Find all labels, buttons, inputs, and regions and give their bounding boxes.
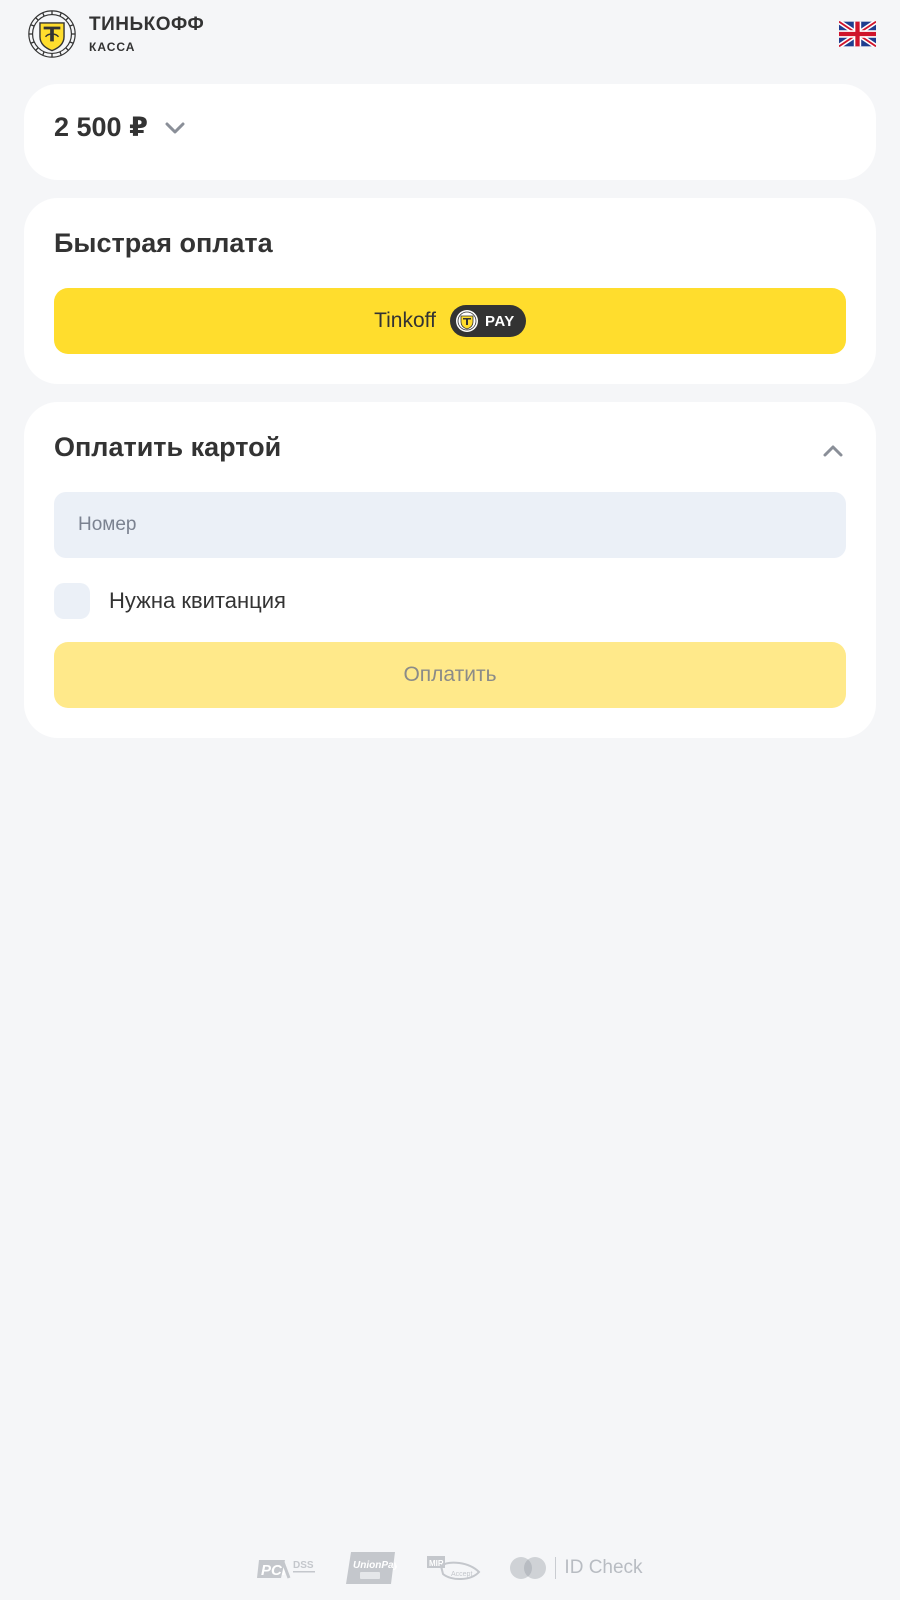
footer-security-logos: PCI DSS UnionPay MIR Accept ID Check [0, 1548, 900, 1588]
svg-text:Accept: Accept [451, 1571, 472, 1578]
chevron-down-icon [165, 122, 185, 133]
receipt-checkbox[interactable] [54, 583, 90, 619]
tinkoff-crest-icon [28, 10, 76, 58]
svg-text:DSS: DSS [293, 1560, 314, 1571]
fast-payment-card: Быстрая оплата Tinkoff PAY [24, 198, 876, 384]
pay-badge: PAY [449, 305, 526, 337]
receipt-option[interactable]: Нужна квитанция [54, 583, 286, 619]
amount-value: 2 500 ₽ [54, 112, 148, 142]
id-check-divider [555, 1557, 557, 1579]
card-number-input[interactable] [54, 492, 846, 558]
tinkoff-pay-button[interactable]: Tinkoff PAY [54, 288, 846, 354]
mastercard-icon [510, 1557, 547, 1579]
card-payment-title: Оплатить картой [54, 432, 282, 462]
payment-page: ТИНЬКОФФ КАССА 2 500 ₽ Быстрая оплата Ti… [0, 0, 900, 1600]
pay-button[interactable]: Оплатить [54, 642, 846, 708]
brand-subtitle: КАССА [89, 40, 136, 54]
uk-flag-icon[interactable] [839, 21, 876, 47]
pay-badge-label: PAY [484, 312, 515, 330]
tinkoff-crest-icon [455, 310, 478, 332]
unionpay-logo: UnionPay [346, 1552, 397, 1584]
tinkoff-pay-brand: Tinkoff [374, 309, 436, 332]
brand-name: ТИНЬКОФФ [89, 14, 205, 35]
pci-dss-logo: PCI DSS [257, 1560, 316, 1579]
amount-toggle[interactable]: 2 500 ₽ [54, 112, 186, 143]
collapse-button[interactable] [820, 438, 846, 464]
card-payment-card: Оплатить картой Нужна квитанция Оплатить [24, 402, 876, 738]
chevron-up-icon [823, 445, 843, 457]
id-check-label: ID Check [564, 1557, 643, 1578]
mir-accept-logo: MIR Accept [427, 1556, 481, 1580]
svg-text:UnionPay: UnionPay [353, 1560, 397, 1571]
header: ТИНЬКОФФ КАССА [25, 9, 876, 59]
brand: ТИНЬКОФФ КАССА [25, 9, 204, 59]
mastercard-id-check-logo: ID Check [509, 1556, 643, 1580]
receipt-label: Нужна квитанция [109, 588, 286, 613]
brand-text: ТИНЬКОФФ КАССА [89, 15, 204, 53]
fast-payment-title: Быстрая оплата [54, 228, 273, 258]
amount-card: 2 500 ₽ [24, 84, 876, 180]
